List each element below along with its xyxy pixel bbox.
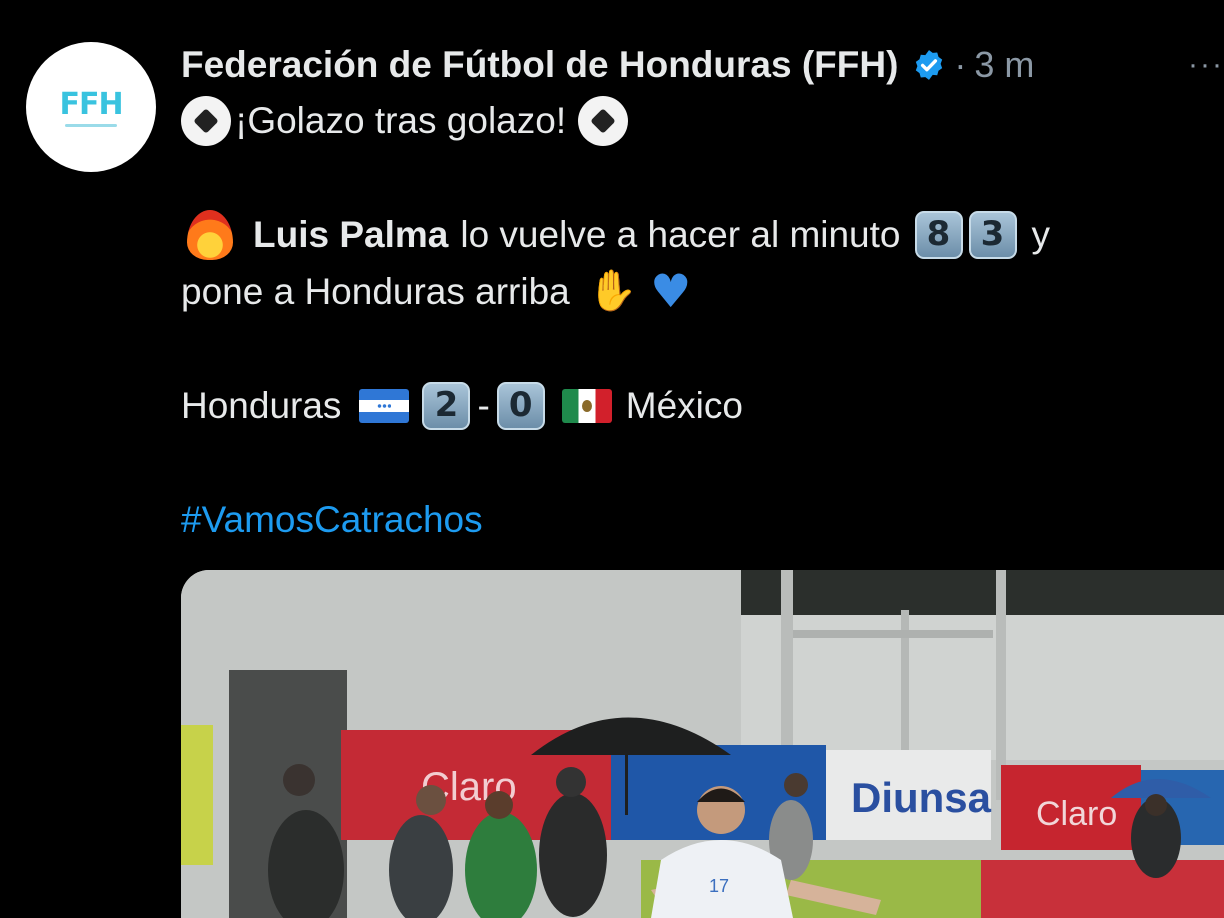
ad-board-text: Claro [1036,795,1117,833]
lead-text: pone a Honduras arriba [181,271,570,312]
timestamp[interactable]: 3 m [974,44,1034,86]
score-line: Honduras 2 - 0 México [181,377,1211,434]
lead-line: pone a Honduras arriba ✋ ♥ [181,263,1211,320]
verified-badge-icon [916,50,943,80]
ffh-logo: FFH [59,87,123,122]
honduras-flag-icon [359,388,410,423]
headline-line: ¡Golazo tras golazo! [181,92,1211,149]
post-media-photo[interactable]: Diunsa Claro Claro 17 [181,570,1224,918]
logo-underline [65,124,117,127]
blue-heart-icon: ♥ [650,264,692,318]
more-options-icon[interactable]: ··· [1188,48,1224,82]
hashtag-line: #VamosCatrachos [181,491,1211,548]
avatar[interactable]: FFH [26,42,156,172]
author-name[interactable]: Federación de Fútbol de Honduras (FFH) [181,44,898,86]
fire-icon [187,209,233,260]
player-line: Luis Palma lo vuelve a hacer al minuto 8… [181,206,1211,263]
away-team: México [625,385,743,426]
post-text: ¡Golazo tras golazo! Luis Palma lo vuelv… [181,92,1211,548]
headline-text: ¡Golazo tras golazo! [235,100,567,141]
soccer-ball-icon [578,95,629,146]
score-separator: - [477,385,490,426]
raising-hands-icon: ✋ [587,268,638,314]
keycap-digit-icon: 3 [968,210,1017,259]
player-name: Luis Palma [253,214,449,255]
away-score: 0 [496,381,545,430]
timestamp-separator: · [954,44,967,85]
mexico-flag-icon [561,388,612,423]
post-header: Federación de Fútbol de Honduras (FFH) ·… [181,40,1034,90]
jersey-number: 17 [709,876,729,896]
goal-text-end: y [1031,214,1051,255]
home-score: 2 [422,381,471,430]
post: FFH Federación de Fútbol de Honduras (FF… [0,0,1224,918]
keycap-digit-icon: 8 [914,210,963,259]
goal-text: lo vuelve a hacer al minuto [460,214,901,255]
hashtag-link[interactable]: #VamosCatrachos [181,491,483,548]
ad-board-text: Diunsa [851,774,992,821]
home-team: Honduras [181,385,342,426]
stadium-photo: Diunsa Claro Claro 17 [181,570,1224,918]
soccer-ball-icon [181,95,231,146]
